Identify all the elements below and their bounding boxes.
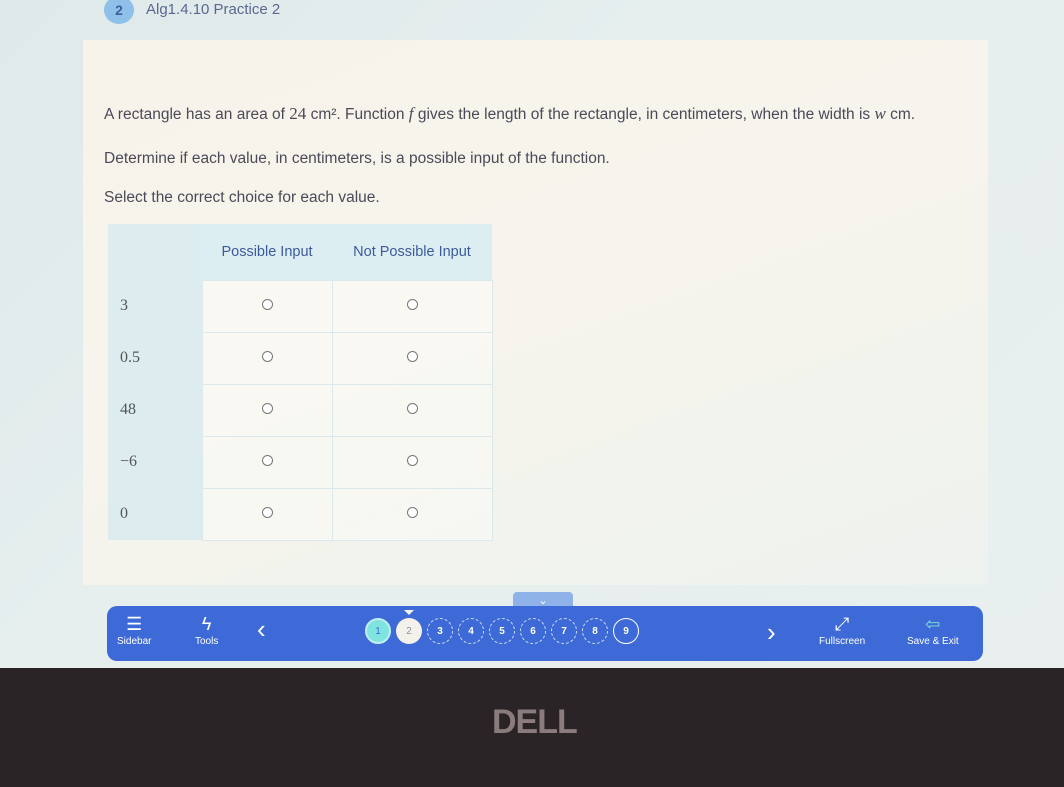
header-possible-input: Possible Input xyxy=(202,224,332,280)
radio-possible-input[interactable] xyxy=(261,351,273,362)
cell-not-possible xyxy=(331,279,493,333)
screen: 2 Alg1.4.10 Practice 2 A rectangle has a… xyxy=(0,0,1064,668)
save-exit-button[interactable]: ⇦ Save & Exit xyxy=(907,614,959,647)
row-value: 48 xyxy=(108,384,202,436)
page-button-1[interactable]: 1 xyxy=(365,618,391,644)
page-button-2-current[interactable]: 2 xyxy=(396,610,422,644)
cell-possible xyxy=(201,331,333,385)
row-value: 0.5 xyxy=(108,332,202,384)
page-button-9[interactable]: 9 xyxy=(613,618,639,644)
cell-possible xyxy=(201,487,333,541)
area-unit: cm² xyxy=(310,106,337,123)
row-value: −6 xyxy=(108,436,202,488)
table-row: 3 xyxy=(108,279,493,333)
radio-not-possible-input[interactable] xyxy=(406,455,418,466)
page-button-6[interactable]: 6 xyxy=(520,618,546,644)
radio-not-possible-input[interactable] xyxy=(406,507,418,518)
chevron-left-icon: ‹ xyxy=(257,614,266,644)
cell-not-possible xyxy=(331,435,493,489)
exit-icon: ⇦ xyxy=(925,614,941,634)
sidebar-button[interactable]: ☰ Sidebar xyxy=(117,614,151,647)
menu-lines-icon: ☰ xyxy=(126,614,143,634)
radio-not-possible-input[interactable] xyxy=(406,403,418,414)
row-value: 0 xyxy=(108,488,202,540)
fullscreen-icon: ⤢ xyxy=(834,614,850,634)
question-number-badge: 2 xyxy=(104,0,134,24)
bottom-navbar: ☰ Sidebar ϟ Tools ‹ 1 2 3 4 5 6 7 8 9 › … xyxy=(107,606,983,661)
table-row: −6 xyxy=(108,435,493,489)
cell-possible xyxy=(201,383,333,437)
fullscreen-button[interactable]: ⤢ Fullscreen xyxy=(819,614,865,647)
prompt-line-3: Select the correct choice for each value… xyxy=(104,189,380,206)
radio-possible-input[interactable] xyxy=(261,403,273,414)
dell-logo: DELL xyxy=(492,703,578,741)
next-question-button[interactable]: › xyxy=(767,619,776,645)
cell-possible xyxy=(201,279,333,333)
tools-button[interactable]: ϟ Tools xyxy=(195,614,218,647)
question-header: 2 Alg1.4.10 Practice 2 xyxy=(0,0,1064,40)
table-row: 0 xyxy=(108,487,493,541)
header-blank xyxy=(108,224,202,280)
choice-table: Possible Input Not Possible Input 3 0.5 … xyxy=(108,224,493,541)
prompt-line-1: A rectangle has an area of 24 cm². Funct… xyxy=(104,104,916,123)
question-pager: 1 2 3 4 5 6 7 8 9 xyxy=(365,610,639,644)
page-button-3[interactable]: 3 xyxy=(427,618,453,644)
table-header-row: Possible Input Not Possible Input xyxy=(108,224,492,280)
page-button-4[interactable]: 4 xyxy=(458,618,484,644)
page-button-8[interactable]: 8 xyxy=(582,618,608,644)
prompt-line-2: Determine if each value, in centimeters,… xyxy=(104,150,610,167)
header-not-possible-input: Not Possible Input xyxy=(332,224,492,280)
row-value: 3 xyxy=(108,280,202,332)
width-variable: w xyxy=(874,104,886,123)
radio-possible-input[interactable] xyxy=(261,507,273,518)
previous-question-button[interactable]: ‹ xyxy=(257,616,266,642)
radio-possible-input[interactable] xyxy=(261,455,273,466)
question-title: Alg1.4.10 Practice 2 xyxy=(146,1,281,18)
page-button-7[interactable]: 7 xyxy=(551,618,577,644)
radio-not-possible-input[interactable] xyxy=(406,351,418,362)
chevron-right-icon: › xyxy=(767,617,776,647)
cell-possible xyxy=(201,435,333,489)
area-value: 24 xyxy=(289,104,307,123)
chevron-down-icon: ⌄ xyxy=(538,594,548,607)
table-row: 0.5 xyxy=(108,331,493,385)
radio-not-possible-input[interactable] xyxy=(406,299,418,310)
cell-not-possible xyxy=(331,383,493,437)
page-button-5[interactable]: 5 xyxy=(489,618,515,644)
radio-possible-input[interactable] xyxy=(261,299,273,310)
cell-not-possible xyxy=(331,487,493,541)
cell-not-possible xyxy=(331,331,493,385)
lightning-icon: ϟ xyxy=(201,614,212,634)
table-row: 48 xyxy=(108,383,493,437)
